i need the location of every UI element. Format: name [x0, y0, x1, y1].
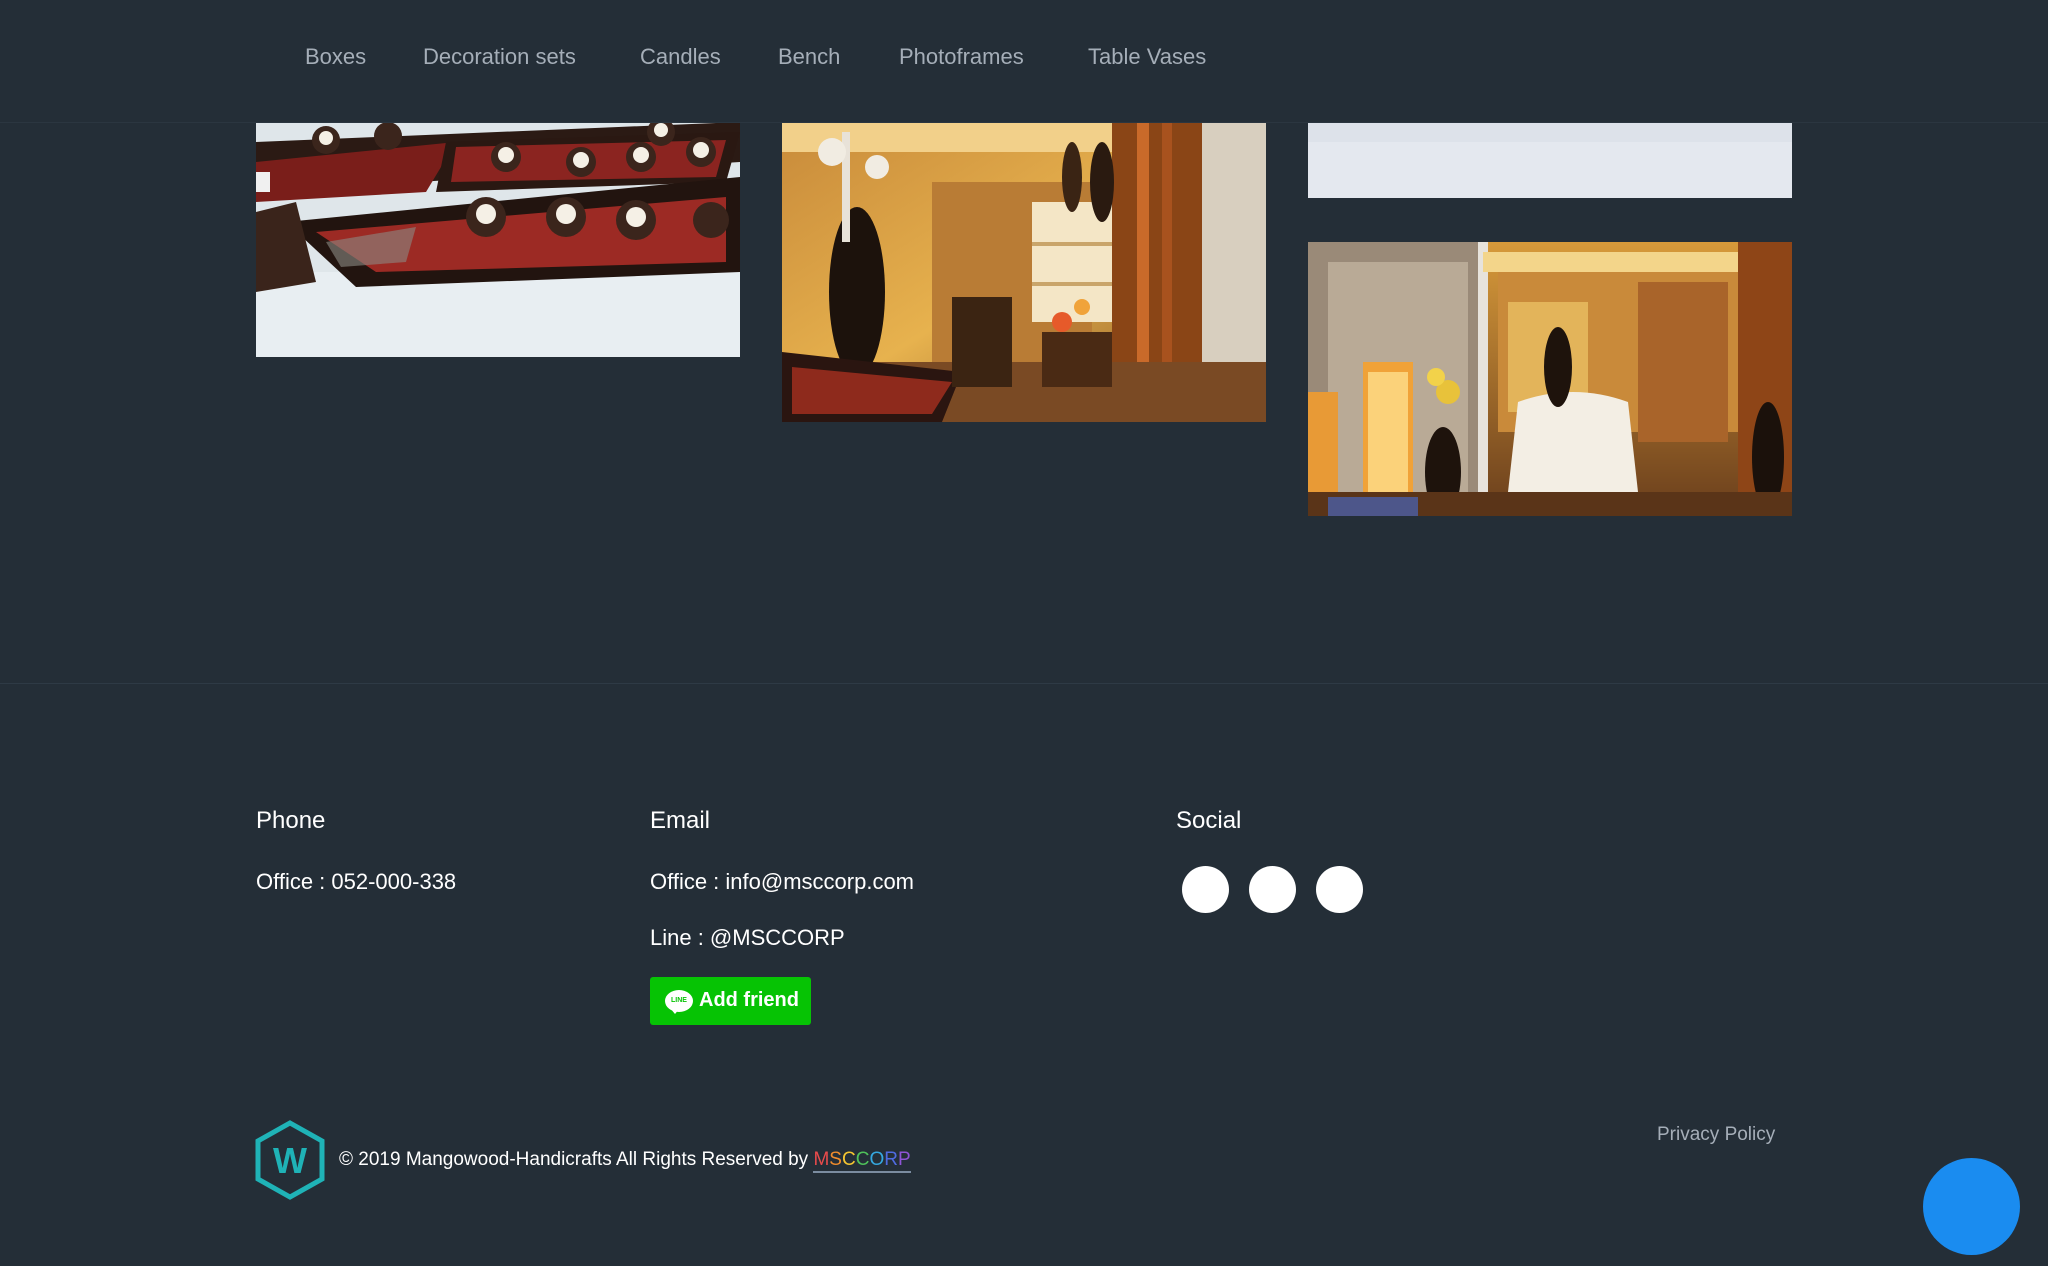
nav-item-bench[interactable]: Bench [778, 44, 840, 70]
gallery-image-white-backdrop[interactable] [1308, 122, 1792, 198]
office-email[interactable]: Office : info@msccorp.com [650, 869, 914, 895]
add-friend-button[interactable]: LINE Add friend [650, 977, 811, 1025]
chat-bubble-icon[interactable] [1923, 1158, 2020, 1255]
msccorp-link[interactable]: MSCCORP [813, 1149, 911, 1173]
brand-letter: O [869, 1149, 885, 1170]
gallery-image-showroom[interactable] [1308, 242, 1792, 516]
nav-item-photoframes[interactable]: Photoframes [899, 44, 1024, 70]
gallery-image-candle-trays[interactable] [256, 122, 740, 357]
brand-letter: S [829, 1149, 842, 1170]
brand-letter: C [855, 1149, 870, 1170]
brand-letter: P [897, 1149, 911, 1170]
brand-letter: R [884, 1149, 898, 1170]
social-heading: Social [1176, 807, 1242, 834]
social-icon-1[interactable] [1182, 866, 1229, 913]
top-nav: Boxes Decoration sets Candles Bench Phot… [0, 0, 2048, 123]
footer-divider [0, 683, 2048, 684]
line-id: Line : @MSCCORP [650, 925, 845, 950]
line-icon-text: LINE [671, 997, 687, 1004]
nav-item-boxes[interactable]: Boxes [305, 44, 366, 70]
social-icon-3[interactable] [1316, 866, 1363, 913]
copyright: © 2019 Mangowood-Handicrafts All Rights … [339, 1149, 911, 1173]
w-hexagon-logo-icon[interactable]: W [254, 1120, 326, 1200]
email-heading: Email [650, 807, 711, 834]
add-friend-label: Add friend [699, 989, 799, 1011]
brand-letter: M [813, 1149, 830, 1170]
nav-item-table-vases[interactable]: Table Vases [1088, 44, 1206, 70]
phone-heading: Phone [256, 807, 326, 834]
brand-letter: C [841, 1149, 856, 1170]
svg-text:W: W [273, 1140, 307, 1181]
line-icon-tail [670, 1008, 680, 1014]
social-icon-2[interactable] [1249, 866, 1296, 913]
nav-item-decoration-sets[interactable]: Decoration sets [423, 44, 576, 70]
privacy-policy-link[interactable]: Privacy Policy [1657, 1124, 1775, 1146]
office-phone: Office : 052-000-338 [256, 869, 457, 894]
nav-item-candles[interactable]: Candles [640, 44, 721, 70]
copyright-text: © 2019 Mangowood-Handicrafts All Rights … [339, 1149, 809, 1170]
gallery-image-shop-interior[interactable] [782, 122, 1266, 422]
